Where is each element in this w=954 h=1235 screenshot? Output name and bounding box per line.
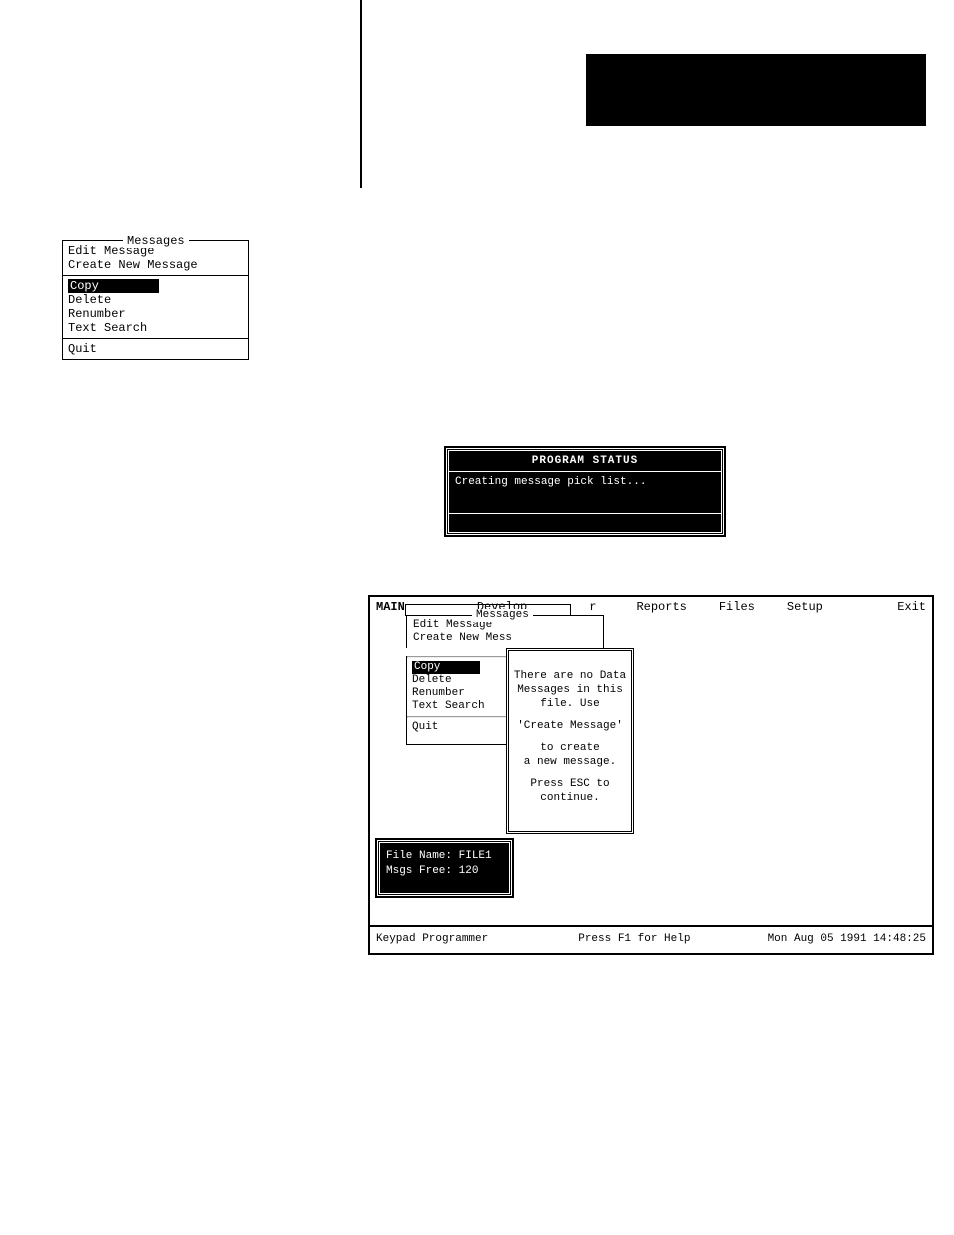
- app-menu-copy[interactable]: Copy: [412, 661, 504, 674]
- menu-item-renumber[interactable]: Renumber: [68, 307, 243, 321]
- app-messages-menu-top: Messages Edit Message Create New Mess: [406, 615, 604, 648]
- popup-line: Messages in this: [513, 683, 627, 697]
- popup-line: continue.: [513, 791, 627, 805]
- popup-line: Press ESC to: [513, 777, 627, 791]
- header-divider: [360, 0, 362, 188]
- file-name: File Name: FILE1: [386, 849, 503, 864]
- menubar-main[interactable]: MAIN: [376, 600, 405, 614]
- menu-item-delete[interactable]: Delete: [68, 293, 243, 307]
- menu-item-create-new-message[interactable]: Create New Message: [68, 258, 243, 272]
- menubar: MAIN Develop r Reports Files Setup Exit: [370, 597, 932, 614]
- menubar-reports[interactable]: Reports: [636, 600, 686, 614]
- menu-item-copy[interactable]: Copy: [68, 279, 243, 293]
- statusbar: Keypad Programmer Press F1 for Help Mon …: [368, 925, 934, 953]
- menu-item-quit[interactable]: Quit: [68, 342, 243, 356]
- menubar-setup[interactable]: Setup: [787, 600, 823, 614]
- app-messages-title: Messages: [472, 609, 533, 622]
- develop-frame-line: [405, 604, 571, 605]
- file-info-box: File Name: FILE1 Msgs Free: 120: [377, 840, 512, 896]
- app-menu-quit[interactable]: Quit: [412, 721, 504, 734]
- popup-line: a new message.: [513, 755, 627, 769]
- statusbar-help: Press F1 for Help: [578, 933, 767, 945]
- program-status-box: PROGRAM STATUS Creating message pick lis…: [446, 448, 724, 535]
- menubar-files[interactable]: Files: [719, 600, 755, 614]
- messages-menu-title: Messages: [123, 234, 189, 248]
- popup-line: to create: [513, 741, 627, 755]
- popup-line: file. Use: [513, 697, 627, 711]
- statusbar-left: Keypad Programmer: [376, 933, 488, 945]
- msgs-free: Msgs Free: 120: [386, 864, 503, 879]
- app-menu-renumber[interactable]: Renumber: [412, 687, 504, 700]
- popup-line: There are no Data: [513, 669, 627, 683]
- chapter-box: [586, 54, 926, 126]
- menu-item-text-search[interactable]: Text Search: [68, 321, 243, 335]
- statusbar-datetime: Mon Aug 05 1991 14:48:25: [768, 933, 926, 945]
- program-status-title: PROGRAM STATUS: [449, 451, 721, 472]
- app-menu-create-new[interactable]: Create New Mess: [413, 632, 597, 645]
- app-menu-text-search[interactable]: Text Search: [412, 700, 504, 713]
- popup-line: 'Create Message': [513, 719, 627, 733]
- app-messages-menu-bottom: Copy Delete Renumber Text Search Quit: [406, 656, 510, 745]
- app-window: MAIN Develop r Reports Files Setup Exit: [368, 595, 934, 955]
- menubar-r: r: [589, 600, 596, 614]
- program-status-body: Creating message pick list...: [449, 472, 721, 514]
- messages-menu: Messages Edit Message Create New Message…: [62, 240, 249, 360]
- menubar-exit[interactable]: Exit: [897, 600, 926, 614]
- app-menu-delete[interactable]: Delete: [412, 674, 504, 687]
- no-messages-popup: There are no Data Messages in this file.…: [506, 648, 634, 834]
